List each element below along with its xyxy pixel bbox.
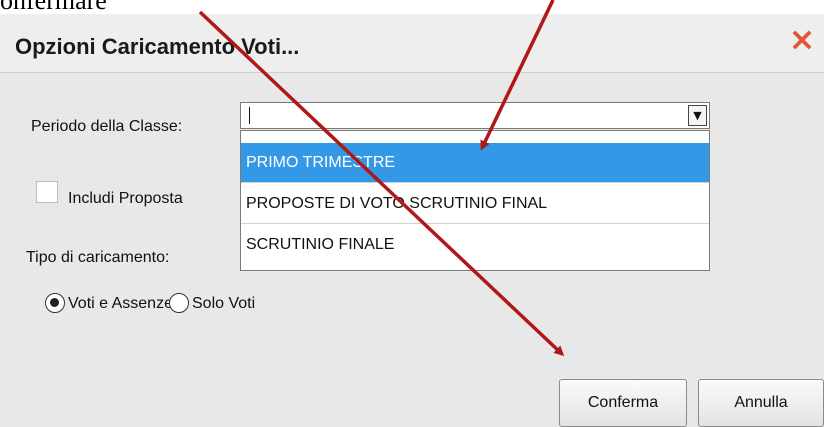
title-divider (0, 72, 824, 73)
dialog: Opzioni Caricamento Voti... × Periodo de… (0, 14, 824, 427)
includi-proposta-checkbox[interactable] (36, 181, 58, 203)
dialog-title-bar: Opzioni Caricamento Voti... × (0, 14, 824, 72)
radio-selected-dot (50, 298, 59, 307)
option-primo-trimestre[interactable]: PRIMO TRIMESTRE (241, 143, 709, 183)
close-icon[interactable]: × (787, 23, 817, 55)
radio-voti-e-assenze-label: Voti e Assenze (68, 295, 173, 312)
conferma-button[interactable]: Conferma (559, 379, 687, 427)
periodo-dropdown-list: PRIMO TRIMESTRE PROPOSTE DI VOTO SCRUTIN… (240, 130, 710, 271)
option-scrutinio-finale[interactable]: SCRUTINIO FINALE (241, 225, 709, 265)
periodo-select[interactable]: ▼ (240, 102, 710, 129)
radio-solo-voti[interactable] (169, 293, 189, 313)
option-proposte-di-voto[interactable]: PROPOSTE DI VOTO SCRUTINIO FINAL (241, 184, 709, 224)
dialog-title: Opzioni Caricamento Voti... (15, 34, 300, 59)
radio-voti-e-assenze[interactable] (45, 293, 65, 313)
text-caret (249, 107, 250, 124)
tipo-caricamento-label: Tipo di caricamento: (26, 249, 170, 266)
periodo-label: Periodo della Classe: (31, 118, 183, 135)
includi-proposta-label: Includi Proposta (68, 190, 183, 207)
chevron-down-icon[interactable]: ▼ (688, 105, 707, 126)
radio-solo-voti-label: Solo Voti (192, 295, 256, 312)
annulla-button[interactable]: Annulla (698, 379, 824, 427)
